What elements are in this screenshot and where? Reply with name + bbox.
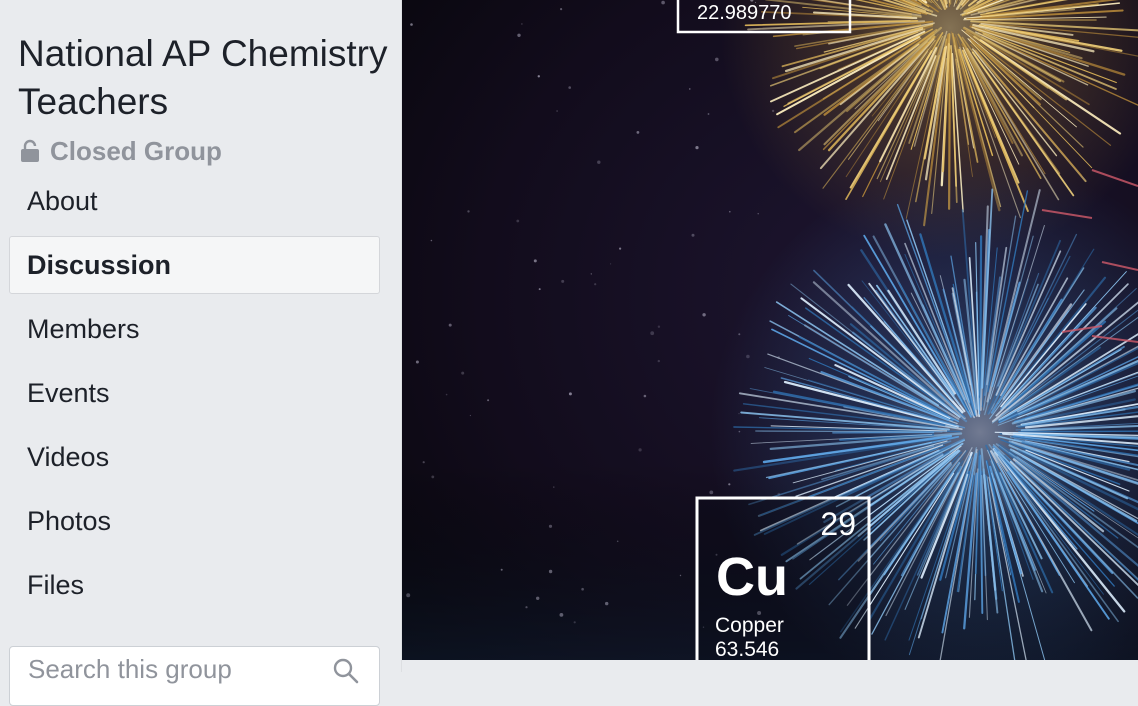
nav-item-files[interactable]: Files bbox=[9, 556, 380, 614]
nav-item-about[interactable]: About bbox=[9, 172, 380, 230]
nav-item-discussion[interactable]: Discussion bbox=[9, 236, 380, 294]
group-search-box[interactable] bbox=[9, 646, 380, 706]
copper-element-tile: 29 Cu Copper 63.546 bbox=[697, 498, 869, 660]
group-privacy: Closed Group bbox=[20, 136, 222, 166]
nav-item-events[interactable]: Events bbox=[9, 364, 380, 422]
search-input[interactable] bbox=[26, 653, 320, 685]
nav-item-label: Discussion bbox=[27, 250, 171, 281]
copper-name: Copper bbox=[715, 614, 784, 637]
nav-item-videos[interactable]: Videos bbox=[9, 428, 380, 486]
nav-item-label: Photos bbox=[27, 506, 111, 537]
copper-symbol: Cu bbox=[716, 547, 788, 607]
copper-mass: 63.546 bbox=[715, 638, 779, 660]
nav-item-label: About bbox=[27, 186, 98, 217]
group-title[interactable]: National AP Chemistry Teachers bbox=[18, 30, 388, 126]
nav-item-label: Events bbox=[27, 378, 110, 409]
nav-item-label: Files bbox=[27, 570, 84, 601]
group-sidebar: National AP Chemistry Teachers Closed Gr… bbox=[0, 0, 402, 672]
privacy-label: Closed Group bbox=[50, 136, 222, 167]
copper-atomic-number: 29 bbox=[820, 506, 856, 542]
nav-item-label: Members bbox=[27, 314, 140, 345]
cover-image: 22.989770 29 Cu Copper 63.546 bbox=[402, 0, 1138, 660]
nav-item-photos[interactable]: Photos bbox=[9, 492, 380, 550]
group-nav: About Discussion Members Events Videos P… bbox=[9, 172, 380, 620]
nav-item-members[interactable]: Members bbox=[9, 300, 380, 358]
nav-item-label: Videos bbox=[27, 442, 109, 473]
sodium-mass: 22.989770 bbox=[697, 2, 792, 24]
cover-photo[interactable]: 22.989770 29 Cu Copper 63.546 bbox=[402, 0, 1138, 660]
search-icon[interactable] bbox=[332, 657, 360, 685]
lock-icon bbox=[20, 139, 40, 163]
